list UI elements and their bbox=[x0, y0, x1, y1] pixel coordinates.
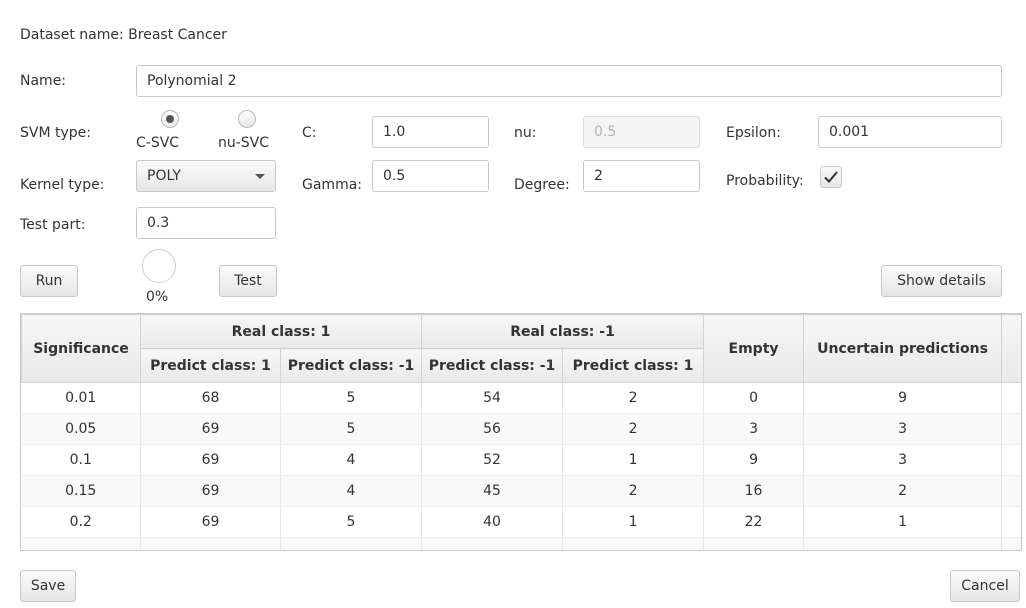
header-significance[interactable]: Significance bbox=[21, 314, 141, 383]
cell-uncertain: 1 bbox=[803, 506, 1003, 538]
cell-real1-pred1: 69 bbox=[140, 413, 281, 445]
cell-real1-predneg1: 5 bbox=[280, 382, 423, 414]
cell-filler bbox=[1001, 475, 1021, 507]
table-row[interactable]: 0.15 69 4 45 2 16 2 bbox=[21, 475, 1021, 507]
cell-realneg1-predneg1: 52 bbox=[421, 444, 564, 476]
c-input[interactable]: 1.0 bbox=[372, 116, 489, 148]
checkmark-icon bbox=[824, 171, 838, 183]
radio-selected-dot bbox=[166, 115, 174, 123]
probability-checkbox[interactable] bbox=[820, 166, 842, 188]
results-table: Significance Real class: 1 Real class: -… bbox=[20, 313, 1022, 551]
cell-filler bbox=[1001, 382, 1021, 414]
table-empty-row bbox=[21, 537, 1021, 550]
c-svc-radio[interactable] bbox=[161, 110, 179, 128]
cell-uncertain: 3 bbox=[803, 444, 1003, 476]
cell-realneg1-pred1: 2 bbox=[562, 413, 705, 445]
run-button[interactable]: Run bbox=[20, 265, 78, 297]
header-empty[interactable]: Empty bbox=[703, 314, 805, 383]
name-input[interactable]: Polynomial 2 bbox=[136, 65, 1002, 97]
nu-svc-radio[interactable] bbox=[238, 110, 256, 128]
cell-empty: 0 bbox=[703, 382, 805, 414]
nu-label: nu: bbox=[514, 125, 537, 141]
cell-real1-predneg1: 4 bbox=[280, 444, 423, 476]
cell-realneg1-predneg1: 56 bbox=[421, 413, 564, 445]
cell-real1-pred1: 69 bbox=[140, 506, 281, 538]
cell-significance: 0.05 bbox=[21, 413, 141, 445]
header-real-class-neg1: Real class: -1 bbox=[421, 314, 705, 349]
degree-label: Degree: bbox=[514, 177, 570, 193]
test-button[interactable]: Test bbox=[219, 265, 277, 297]
dataset-name-label: Dataset name: Breast Cancer bbox=[20, 26, 227, 44]
cell-empty: 9 bbox=[703, 444, 805, 476]
nu-svc-label: nu-SVC bbox=[218, 135, 270, 151]
cell-realneg1-pred1: 1 bbox=[562, 506, 705, 538]
table-row[interactable]: 0.05 69 5 56 2 3 3 bbox=[21, 413, 1021, 445]
cell-real1-predneg1: 4 bbox=[280, 475, 423, 507]
cell-real1-pred1: 68 bbox=[140, 382, 281, 414]
svm-type-label: SVM type: bbox=[20, 125, 91, 141]
name-label: Name: bbox=[20, 73, 67, 89]
c-svc-label: C-SVC bbox=[136, 135, 180, 151]
test-part-label: Test part: bbox=[20, 217, 86, 233]
nu-input: 0.5 bbox=[583, 116, 700, 148]
save-button[interactable]: Save bbox=[20, 570, 76, 602]
cell-uncertain: 2 bbox=[803, 475, 1003, 507]
cell-realneg1-predneg1: 54 bbox=[421, 382, 564, 414]
cell-significance: 0.1 bbox=[21, 444, 141, 476]
progress-indicator bbox=[142, 249, 176, 283]
cell-filler bbox=[1001, 506, 1021, 538]
kernel-type-value: POLY bbox=[147, 168, 181, 184]
cell-uncertain: 9 bbox=[803, 382, 1003, 414]
header-predict-class-neg1[interactable]: Predict class: -1 bbox=[279, 348, 423, 383]
header-predict-class-neg1[interactable]: Predict class: -1 bbox=[421, 348, 564, 383]
table-row[interactable]: 0.01 68 5 54 2 0 9 bbox=[21, 382, 1021, 414]
cell-realneg1-pred1: 2 bbox=[562, 475, 705, 507]
cell-empty: 3 bbox=[703, 413, 805, 445]
header-uncertain-predictions[interactable]: Uncertain predictions bbox=[803, 314, 1003, 383]
dataset-label: Dataset name: bbox=[20, 27, 124, 43]
chevron-down-icon bbox=[255, 173, 265, 179]
cell-real1-predneg1: 5 bbox=[280, 413, 423, 445]
header-predict-class-1[interactable]: Predict class: 1 bbox=[140, 348, 281, 383]
gamma-input[interactable]: 0.5 bbox=[372, 160, 489, 192]
epsilon-label: Epsilon: bbox=[726, 125, 781, 141]
cell-empty: 16 bbox=[703, 475, 805, 507]
cell-real1-predneg1: 5 bbox=[280, 506, 423, 538]
cell-empty: 22 bbox=[703, 506, 805, 538]
header-real-class-1: Real class: 1 bbox=[139, 314, 423, 349]
results-grid: Significance Real class: 1 Real class: -… bbox=[21, 314, 1021, 550]
progress-label: 0% bbox=[146, 289, 169, 305]
cell-real1-pred1: 69 bbox=[140, 444, 281, 476]
kernel-type-label: Kernel type: bbox=[20, 177, 105, 193]
cell-significance: 0.01 bbox=[21, 382, 141, 414]
cell-realneg1-predneg1: 45 bbox=[421, 475, 564, 507]
show-details-button[interactable]: Show details bbox=[881, 265, 1002, 297]
test-part-input[interactable]: 0.3 bbox=[136, 207, 276, 239]
degree-input[interactable]: 2 bbox=[583, 160, 700, 192]
c-label: C: bbox=[302, 125, 317, 141]
cell-filler bbox=[1001, 413, 1021, 445]
cell-significance: 0.2 bbox=[21, 506, 141, 538]
probability-label: Probability: bbox=[726, 173, 804, 189]
cell-real1-pred1: 69 bbox=[140, 475, 281, 507]
cell-realneg1-predneg1: 40 bbox=[421, 506, 564, 538]
epsilon-input[interactable]: 0.001 bbox=[818, 116, 1002, 148]
kernel-type-select[interactable]: POLY bbox=[136, 160, 276, 192]
gamma-label: Gamma: bbox=[302, 177, 362, 193]
table-row[interactable]: 0.1 69 4 52 1 9 3 bbox=[21, 444, 1021, 476]
cell-significance: 0.15 bbox=[21, 475, 141, 507]
cell-uncertain: 3 bbox=[803, 413, 1003, 445]
dataset-value: Breast Cancer bbox=[128, 27, 227, 43]
cell-realneg1-pred1: 1 bbox=[562, 444, 705, 476]
header-predict-class-1[interactable]: Predict class: 1 bbox=[562, 348, 705, 383]
table-row[interactable]: 0.2 69 5 40 1 22 1 bbox=[21, 506, 1021, 538]
header-filler bbox=[1001, 314, 1021, 383]
cell-filler bbox=[1001, 444, 1021, 476]
cell-realneg1-pred1: 2 bbox=[562, 382, 705, 414]
cancel-button[interactable]: Cancel bbox=[950, 570, 1020, 602]
